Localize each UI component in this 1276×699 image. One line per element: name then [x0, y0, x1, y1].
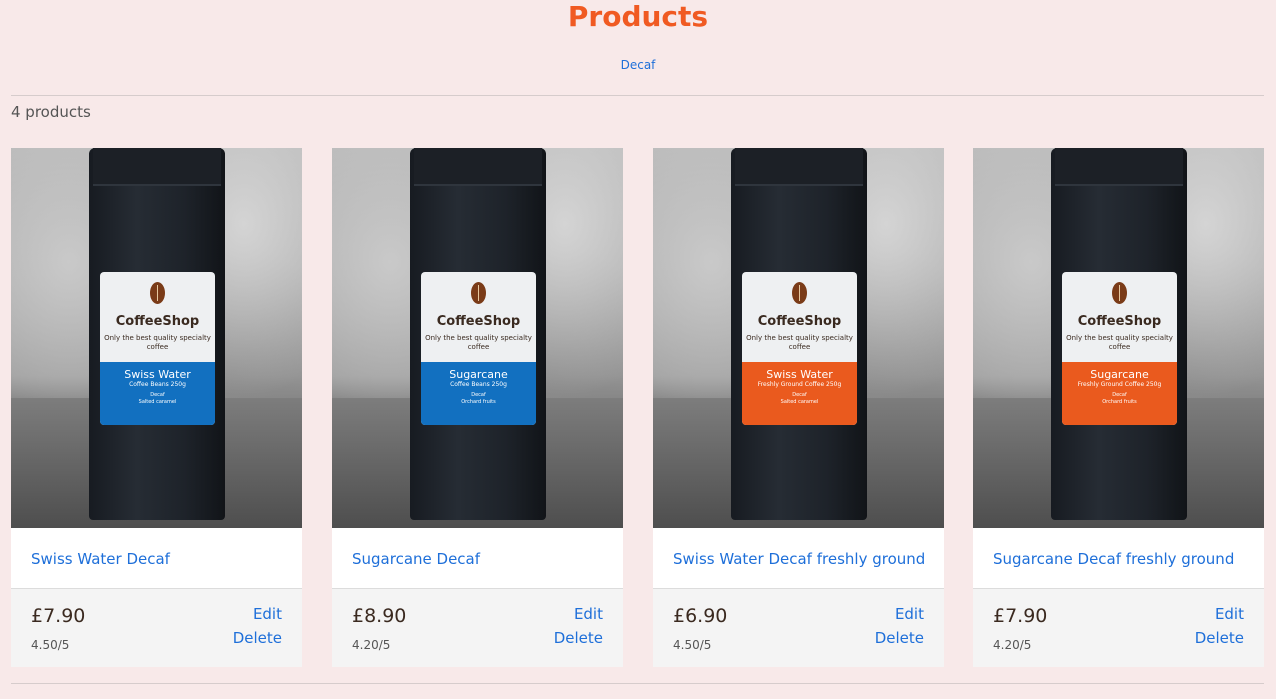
bag-tagline: Only the best quality specialty coffee [746, 334, 853, 351]
bag-label: CoffeeShop Only the best quality special… [742, 272, 857, 425]
bag-format: Freshly Ground Coffee 250g [1077, 381, 1162, 388]
product-card: CoffeeShop Only the best quality special… [11, 148, 302, 667]
bag-note: Decaf [792, 392, 807, 398]
product-price: £8.90 [352, 605, 407, 627]
product-card-footer: £7.90 4.50/5 Edit Delete [11, 588, 302, 667]
bag-note: Orchard fruits [1102, 399, 1137, 405]
product-count: 4 products [11, 103, 91, 121]
bag-note: Salted caramel [780, 399, 819, 405]
bag-format: Coffee Beans 250g [450, 381, 507, 388]
coffee-bean-logo-icon [150, 282, 165, 304]
product-price: £7.90 [993, 605, 1048, 627]
product-card: CoffeeShop Only the best quality special… [332, 148, 623, 667]
product-name-link[interactable]: Swiss Water Decaf [31, 550, 296, 568]
bag-label: CoffeeShop Only the best quality special… [421, 272, 536, 425]
product-card-footer: £6.90 4.50/5 Edit Delete [653, 588, 944, 667]
product-price: £6.90 [673, 605, 728, 627]
coffee-bean-logo-icon [471, 282, 486, 304]
divider-bottom [11, 683, 1264, 684]
product-image[interactable]: CoffeeShop Only the best quality special… [11, 148, 302, 528]
product-rating: 4.20/5 [352, 638, 391, 652]
category-filter-link-decaf[interactable]: Decaf [0, 57, 1276, 73]
product-rating: 4.50/5 [31, 638, 70, 652]
product-name-link[interactable]: Swiss Water Decaf freshly ground [673, 550, 938, 568]
bag-format: Coffee Beans 250g [129, 381, 186, 388]
bag-variety: Sugarcane [449, 368, 508, 381]
coffee-bean-logo-icon [792, 282, 807, 304]
bag-brand: CoffeeShop [436, 314, 521, 329]
product-card: CoffeeShop Only the best quality special… [973, 148, 1264, 667]
bag-label: CoffeeShop Only the best quality special… [100, 272, 215, 425]
bag-variety-band: Sugarcane Coffee Beans 250g Decaf Orchar… [421, 362, 536, 425]
bag-note: Decaf [1112, 392, 1127, 398]
product-name-link[interactable]: Sugarcane Decaf [352, 550, 617, 568]
product-card-footer: £8.90 4.20/5 Edit Delete [332, 588, 623, 667]
delete-product-link[interactable]: Delete [1195, 629, 1244, 647]
product-name-link[interactable]: Sugarcane Decaf freshly ground [993, 550, 1258, 568]
product-card: CoffeeShop Only the best quality special… [653, 148, 944, 667]
product-card-footer: £7.90 4.20/5 Edit Delete [973, 588, 1264, 667]
bag-label: CoffeeShop Only the best quality special… [1062, 272, 1177, 425]
delete-product-link[interactable]: Delete [233, 629, 282, 647]
delete-product-link[interactable]: Delete [554, 629, 603, 647]
bag-brand: CoffeeShop [757, 314, 842, 329]
bag-brand: CoffeeShop [1077, 314, 1162, 329]
edit-product-link[interactable]: Edit [1215, 605, 1244, 623]
page-title: Products [567, 0, 709, 33]
bag-note: Decaf [471, 392, 486, 398]
product-rating: 4.20/5 [993, 638, 1032, 652]
product-image[interactable]: CoffeeShop Only the best quality special… [973, 148, 1264, 528]
bag-note: Decaf [150, 392, 165, 398]
bag-tagline: Only the best quality specialty coffee [104, 334, 211, 351]
bag-variety-band: Sugarcane Freshly Ground Coffee 250g Dec… [1062, 362, 1177, 425]
bag-variety-band: Swiss Water Coffee Beans 250g Decaf Salt… [100, 362, 215, 425]
delete-product-link[interactable]: Delete [875, 629, 924, 647]
product-price: £7.90 [31, 605, 86, 627]
bag-variety: Swiss Water [124, 368, 191, 381]
coffee-bean-logo-icon [1112, 282, 1127, 304]
bag-tagline: Only the best quality specialty coffee [1066, 334, 1173, 351]
bag-format: Freshly Ground Coffee 250g [757, 381, 842, 388]
divider-top [11, 95, 1264, 96]
edit-product-link[interactable]: Edit [574, 605, 603, 623]
bag-variety: Swiss Water [766, 368, 833, 381]
product-image[interactable]: CoffeeShop Only the best quality special… [332, 148, 623, 528]
bag-brand: CoffeeShop [115, 314, 200, 329]
bag-variety: Sugarcane [1090, 368, 1149, 381]
bag-variety-band: Swiss Water Freshly Ground Coffee 250g D… [742, 362, 857, 425]
bag-note: Salted caramel [138, 399, 177, 405]
edit-product-link[interactable]: Edit [253, 605, 282, 623]
bag-tagline: Only the best quality specialty coffee [425, 334, 532, 351]
edit-product-link[interactable]: Edit [895, 605, 924, 623]
product-rating: 4.50/5 [673, 638, 712, 652]
product-image[interactable]: CoffeeShop Only the best quality special… [653, 148, 944, 528]
bag-note: Orchard fruits [461, 399, 496, 405]
